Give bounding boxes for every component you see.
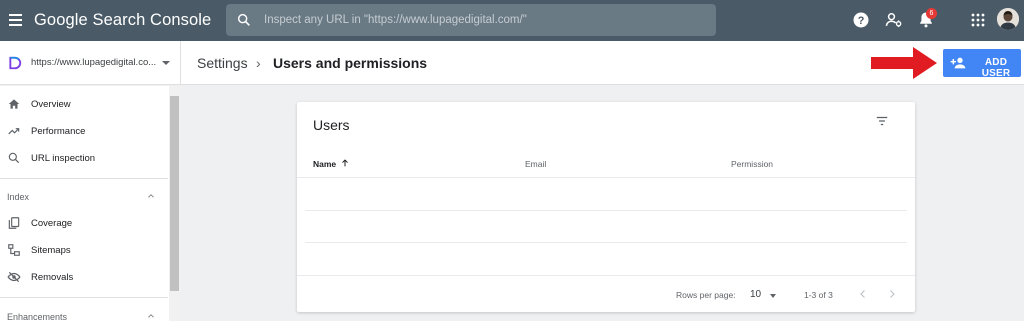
sidebar-item-label: Performance (31, 126, 86, 137)
sidebar-scrollbar-thumb[interactable] (170, 96, 179, 291)
chevron-down-icon (162, 61, 170, 65)
table-row[interactable] (305, 242, 907, 243)
sidebar-section-enhancements[interactable]: Enhancements (0, 305, 168, 321)
apps-grid-icon[interactable] (968, 10, 988, 30)
search-icon (237, 13, 250, 26)
person-add-icon (950, 57, 966, 69)
sidebar-item-removals[interactable]: Removals (0, 264, 168, 291)
chevron-up-icon (148, 314, 154, 318)
add-user-button[interactable]: ADD USER (943, 49, 1021, 79)
pagination-range: 1-3 of 3 (804, 290, 833, 300)
filter-icon[interactable] (875, 114, 889, 128)
rows-per-page-value: 10 (750, 289, 762, 300)
account-avatar[interactable] (997, 8, 1019, 30)
rows-per-page-label: Rows per page: (676, 290, 736, 300)
notification-badge: 6 (926, 8, 937, 19)
users-card: Users Name Email Permission Rows per pag… (297, 102, 915, 312)
property-url: https://www.lupagedigital.co... (31, 57, 157, 68)
app-title[interactable]: Google Search Console (34, 11, 211, 30)
search-input[interactable] (264, 4, 704, 36)
help-icon[interactable]: ? (851, 10, 871, 30)
sidebar-item-label: Overview (31, 99, 71, 110)
home-icon (8, 99, 20, 109)
sidebar-nav: Overview Performance URL inspection Inde… (0, 86, 181, 321)
sidebar-item-overview[interactable]: Overview (0, 91, 168, 118)
property-selector[interactable]: https://www.lupagedigital.co... (0, 41, 181, 85)
search-icon (8, 152, 20, 164)
card-title: Users (313, 117, 350, 133)
sidebar-item-label: URL inspection (31, 153, 96, 164)
breadcrumb-separator: › (256, 55, 261, 71)
svg-text:?: ? (858, 15, 865, 27)
rows-per-page-select[interactable]: 10 (750, 288, 780, 302)
sidebar-item-label: Coverage (31, 218, 73, 229)
manage-users-icon[interactable] (884, 10, 904, 30)
sidebar-section-index[interactable]: Index (0, 185, 168, 209)
section-label: Index (7, 192, 30, 202)
breadcrumb-settings[interactable]: Settings (197, 55, 248, 71)
sort-arrow-up-icon[interactable] (340, 158, 350, 168)
table-header-divider (297, 177, 915, 178)
chevron-left-icon[interactable] (857, 288, 869, 300)
top-app-bar: Google Search Console ? 6 (0, 0, 1024, 41)
removals-icon (7, 271, 21, 283)
table-row[interactable] (305, 210, 907, 211)
chevron-down-icon (770, 294, 776, 298)
menu-icon[interactable] (9, 14, 22, 26)
chevron-up-icon (148, 194, 154, 198)
trending-up-icon (8, 128, 20, 135)
sidebar-item-label: Removals (31, 272, 74, 283)
coverage-icon (8, 217, 20, 229)
property-logo-icon (9, 56, 22, 70)
chevron-right-icon[interactable] (886, 288, 898, 300)
sidebar-item-performance[interactable]: Performance (0, 118, 168, 145)
sidebar-divider (0, 297, 168, 298)
sidebar-item-url-inspection[interactable]: URL inspection (0, 145, 168, 172)
add-user-label: ADD USER (981, 57, 1011, 79)
sidebar-item-sitemaps[interactable]: Sitemaps (0, 237, 168, 264)
url-inspection-search[interactable] (226, 4, 716, 36)
column-header-email[interactable]: Email (525, 159, 546, 169)
column-header-permission[interactable]: Permission (731, 159, 773, 169)
red-arrow-annotation (871, 47, 937, 79)
table-footer-divider (297, 275, 915, 276)
sidebar-item-label: Sitemaps (31, 245, 71, 256)
page-title: Users and permissions (273, 55, 428, 71)
sidebar-divider (0, 178, 168, 179)
column-header-name[interactable]: Name (313, 159, 336, 169)
section-label: Enhancements (7, 312, 68, 321)
sitemap-icon (8, 244, 20, 256)
page-header: Settings › Users and permissions ADD USE… (181, 41, 1024, 85)
sidebar-item-coverage[interactable]: Coverage (0, 210, 168, 237)
